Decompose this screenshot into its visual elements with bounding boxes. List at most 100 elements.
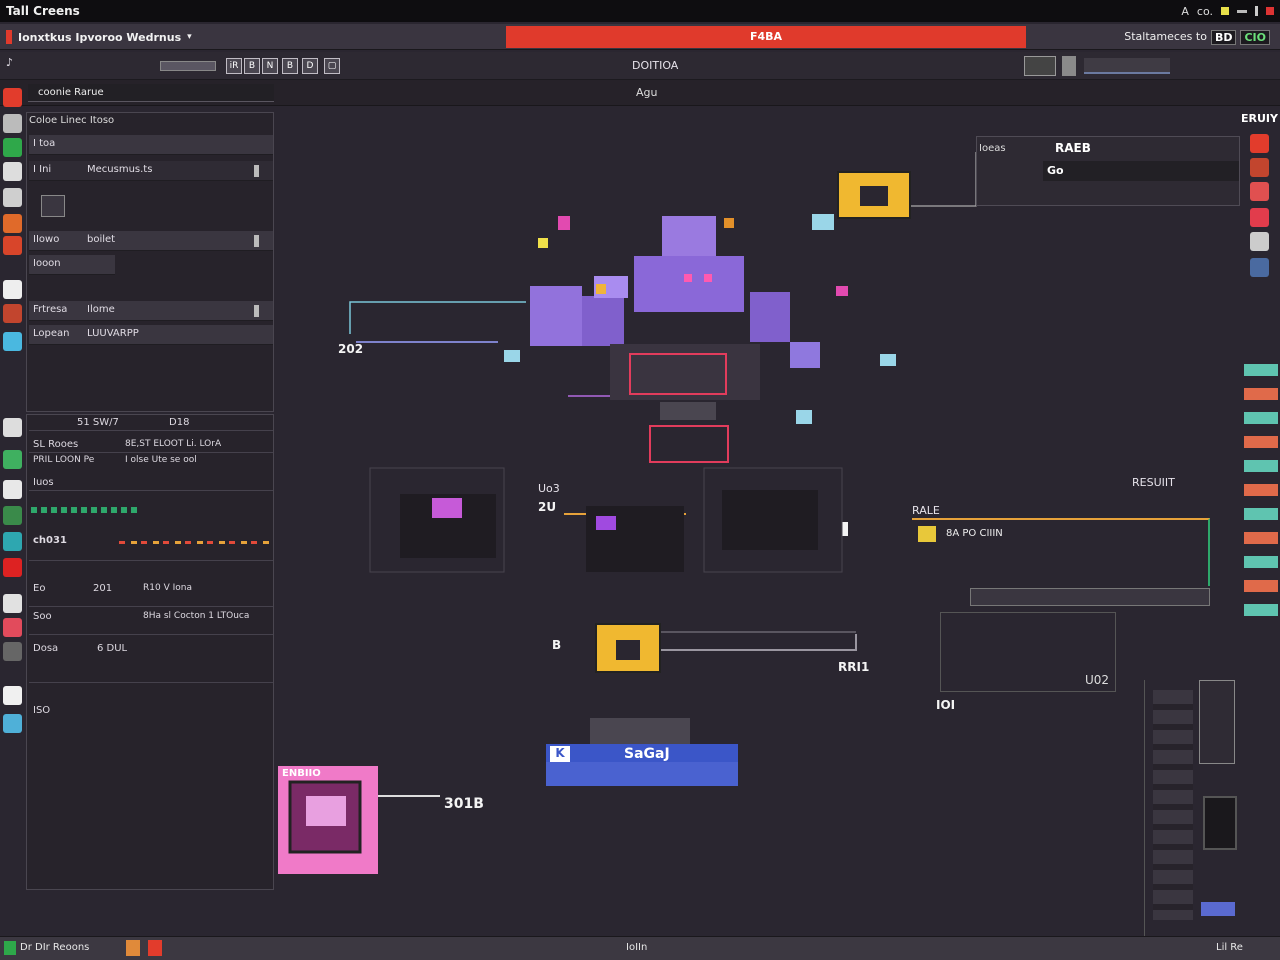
toolbar-center-label: DOITIOA xyxy=(632,59,679,72)
tool-button-6[interactable]: ▢ xyxy=(324,58,340,74)
details-row[interactable]: Soo 8Ha sl Cocton 1 LTOuca xyxy=(29,611,273,635)
chat-icon[interactable] xyxy=(1250,258,1269,277)
alert-banner[interactable]: F4BA xyxy=(506,26,1026,48)
run-icon: K xyxy=(550,746,570,762)
center-node[interactable] xyxy=(530,216,848,463)
pink-node[interactable] xyxy=(278,766,378,874)
fire-icon[interactable] xyxy=(3,214,22,233)
connector-node[interactable] xyxy=(796,410,812,424)
tool-button-1[interactable]: iR xyxy=(226,58,242,74)
thumbnail-node-3[interactable] xyxy=(586,506,684,572)
details-row[interactable]: Eo 201 R10 V Iona xyxy=(29,583,273,607)
details-row[interactable]: SL Rooes 8E,ST ELOOT Li. LOrA xyxy=(29,439,273,453)
connector-node[interactable] xyxy=(880,354,896,366)
details-row[interactable]: PRIL LOON Pe I olse Ute se ool xyxy=(29,455,273,469)
tool-button-4[interactable]: B xyxy=(282,58,298,74)
layer-list[interactable] xyxy=(1153,690,1193,920)
details-row[interactable]: Dosa 6 DUL xyxy=(29,643,273,683)
node-canvas[interactable]: 202 Uo3 2U B RRI1 RALE K SaGaJ ENBIIO 30… xyxy=(276,106,1242,936)
flag-icon[interactable] xyxy=(3,450,22,469)
header-right: Staltameces to BD CIO xyxy=(1124,30,1270,45)
output-field[interactable]: Go xyxy=(1043,161,1239,181)
scroll-handle[interactable] xyxy=(254,235,259,247)
tray-co[interactable]: co. xyxy=(1197,5,1213,18)
chevron-down-icon[interactable]: ▾ xyxy=(187,32,192,42)
user-icon[interactable] xyxy=(3,594,22,613)
terminal-icon[interactable] xyxy=(3,686,22,705)
thumbnail-node-2[interactable] xyxy=(703,467,843,573)
layer-stack[interactable] xyxy=(1144,680,1238,936)
star-icon[interactable] xyxy=(1250,208,1269,227)
run-button[interactable]: K SaGaJ xyxy=(546,744,738,786)
property-row-3[interactable]: IIowo boilet xyxy=(29,231,273,251)
property-row-4[interactable]: Iooon xyxy=(29,255,115,275)
alert-icon[interactable] xyxy=(3,558,22,577)
toggle-button[interactable] xyxy=(1062,56,1076,76)
thumbnail-node-1[interactable] xyxy=(369,467,505,573)
property-row-1[interactable]: I toa xyxy=(29,135,273,155)
details-row[interactable]: Iuos xyxy=(29,477,273,491)
search-input[interactable] xyxy=(1084,58,1170,74)
folder-icon[interactable] xyxy=(126,940,140,956)
flame-icon[interactable] xyxy=(148,940,162,956)
tray-a[interactable]: A xyxy=(1181,5,1189,18)
tool-button-3[interactable]: N xyxy=(262,58,278,74)
details-row[interactable]: ISO xyxy=(29,705,273,735)
output-value: Go xyxy=(1047,164,1064,177)
send-icon[interactable] xyxy=(3,714,22,733)
bookmark-icon[interactable] xyxy=(1250,134,1269,153)
mode-button[interactable] xyxy=(1024,56,1056,76)
layers-icon[interactable] xyxy=(3,304,22,323)
color-swatch[interactable] xyxy=(1203,796,1237,850)
property-key: I toa xyxy=(33,138,56,149)
property-row-2[interactable]: I Ini Mecusmus.ts xyxy=(29,161,273,181)
document-icon[interactable] xyxy=(3,162,22,181)
grid-icon[interactable] xyxy=(3,188,22,207)
connector-node[interactable] xyxy=(504,350,520,362)
thumbnail-icon[interactable] xyxy=(41,195,65,217)
bucket-icon[interactable] xyxy=(3,532,22,551)
heart-icon[interactable] xyxy=(3,88,22,107)
palette-swatches[interactable] xyxy=(1244,364,1278,624)
right-icon-strip: ERUIY xyxy=(1241,110,1280,930)
property-row-6[interactable]: Lopean LUUVARPP xyxy=(29,325,273,345)
result-node[interactable]: 8A PO CIIIN xyxy=(912,518,1210,586)
camera-icon[interactable] xyxy=(3,280,22,299)
bookmark-icon[interactable] xyxy=(3,618,22,637)
pin-icon[interactable] xyxy=(3,114,22,133)
name-field[interactable]: coonie Rarue xyxy=(28,84,274,102)
tool-button-5[interactable]: D xyxy=(302,58,318,74)
close-icon[interactable] xyxy=(1266,7,1274,15)
details-row-key: Dosa xyxy=(33,643,59,654)
yellow-top-node[interactable] xyxy=(812,171,911,230)
speaker-icon[interactable] xyxy=(3,642,22,661)
music-note-icon[interactable]: ♪ xyxy=(6,56,13,69)
pin-icon[interactable] xyxy=(1250,232,1269,251)
leaf-icon[interactable] xyxy=(3,138,22,157)
details-row-key: ch031 xyxy=(33,535,67,546)
pink-node-value: 301B xyxy=(444,796,484,812)
scroll-handle[interactable] xyxy=(254,165,259,177)
apply-button[interactable] xyxy=(1201,902,1235,916)
details-row[interactable]: ch031 xyxy=(29,535,273,561)
badge-cio[interactable]: CIO xyxy=(1240,30,1270,45)
properties-panel: Coloe Linec Itoso I toa I Ini Mecusmus.t… xyxy=(26,112,274,412)
zoom-slider[interactable] xyxy=(160,61,216,71)
minimize-icon[interactable] xyxy=(1237,9,1247,13)
gear-icon[interactable] xyxy=(3,418,22,437)
cloud-icon[interactable] xyxy=(3,332,22,351)
node-label: RALE xyxy=(912,504,940,517)
app-menu[interactable]: Ionxtkus Ipvoroo Wedrnus ▾ xyxy=(6,30,192,44)
badge-bd[interactable]: BD xyxy=(1210,30,1237,45)
flame-icon[interactable] xyxy=(3,236,22,255)
yellow-bottom-node[interactable] xyxy=(595,623,661,673)
shield-icon[interactable] xyxy=(3,506,22,525)
property-row-5[interactable]: Frtresa Ilome xyxy=(29,301,273,321)
tool-button-2[interactable]: B xyxy=(244,58,260,74)
scroll-handle[interactable] xyxy=(254,305,259,317)
monitor-icon[interactable] xyxy=(3,480,22,499)
restore-icon[interactable] xyxy=(1255,6,1258,16)
list-icon[interactable] xyxy=(1250,182,1269,201)
result-input[interactable] xyxy=(970,588,1210,606)
card-icon[interactable] xyxy=(1250,158,1269,177)
